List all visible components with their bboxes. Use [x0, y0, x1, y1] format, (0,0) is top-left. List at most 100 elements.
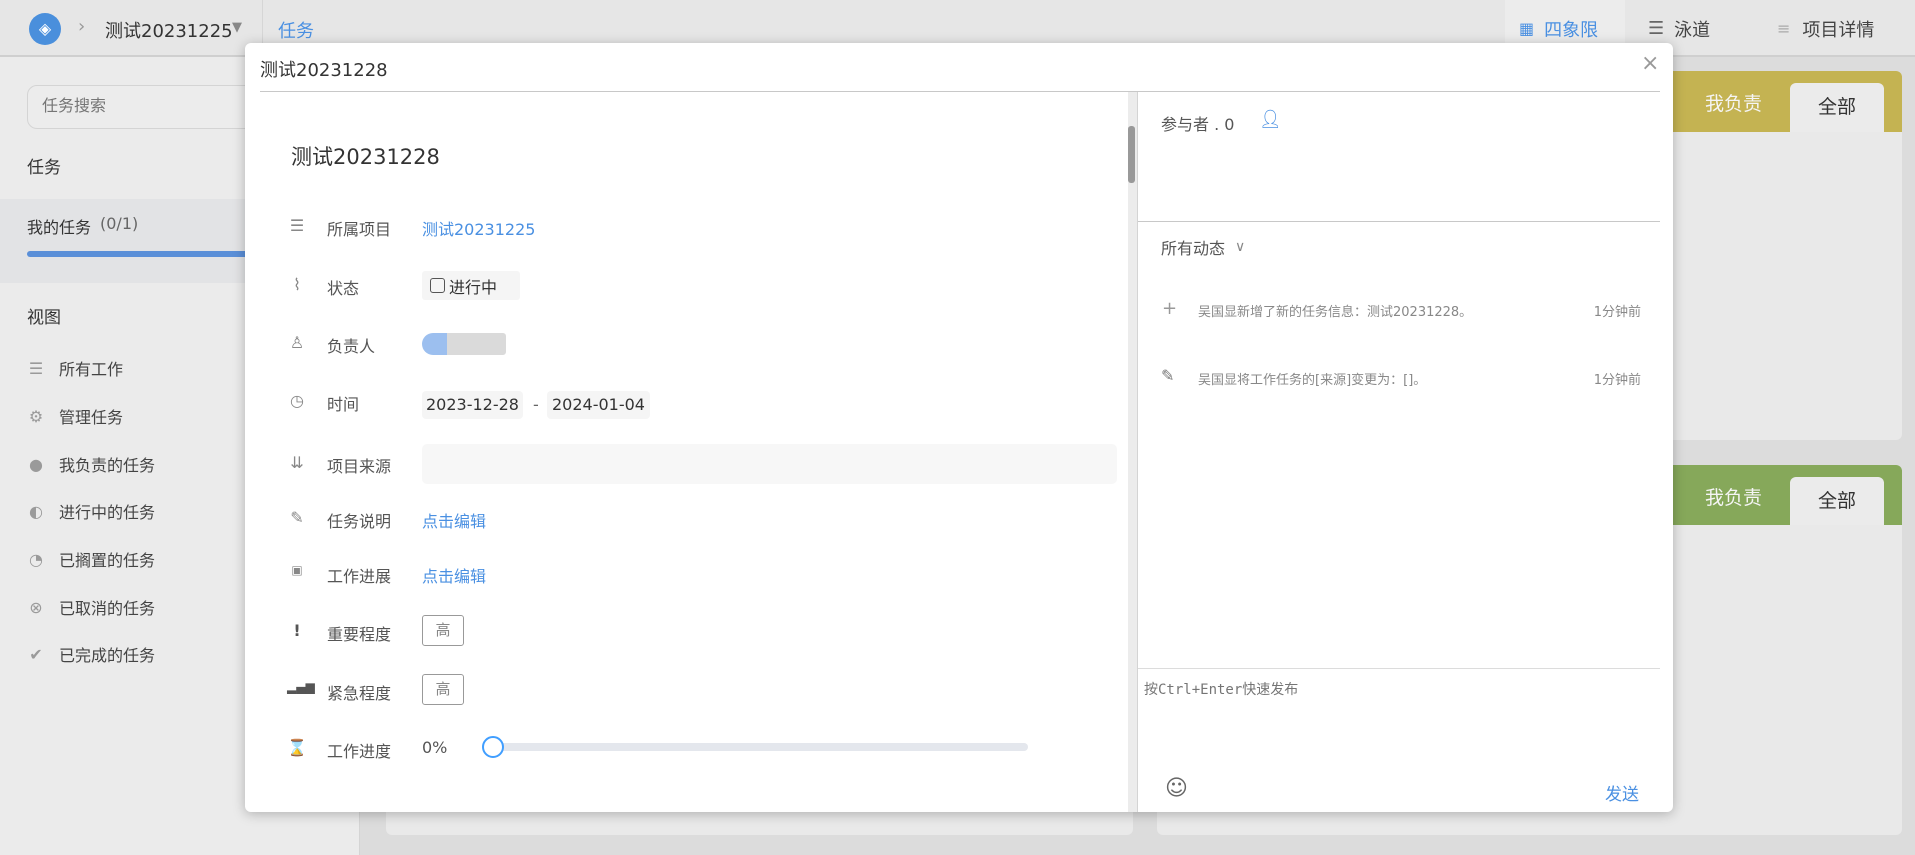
exclamation-icon: ! — [293, 621, 301, 640]
add-participant-icon[interactable]: 👤︎ — [1259, 109, 1282, 130]
comment-divider — [1138, 668, 1660, 669]
sidebar-item-label: 已完成的任务 — [59, 646, 156, 665]
field-label: 工作进度 — [327, 742, 392, 761]
tab-mine[interactable]: 我负责 — [1705, 89, 1762, 116]
sidebar-item-label: 已取消的任务 — [59, 599, 156, 618]
start-date[interactable]: 2023-12-28 — [422, 391, 523, 419]
app-logo-icon[interactable]: ◈ — [29, 13, 61, 45]
sidebar-item-label: 管理任务 — [59, 408, 124, 427]
grid-icon: ▦ — [1519, 19, 1535, 38]
urgency-tag[interactable]: 高 — [422, 674, 464, 705]
edit-description-link[interactable]: 点击编辑 — [422, 508, 486, 532]
signal-bars-icon: ▂▄▆ — [287, 680, 315, 694]
project-icon: ☰ — [289, 216, 305, 235]
activity-text: 吴国显将工作任务的[来源]变更为：[]。 — [1198, 373, 1427, 388]
caret-down-icon[interactable]: ▼ — [232, 20, 242, 35]
sidebar-item-shelved[interactable]: ◔ 已搁置的任务 — [27, 547, 155, 571]
lanes-icon: ☰ — [1648, 18, 1665, 39]
view-details[interactable]: ≡ 项目详情 — [1777, 0, 1874, 57]
field-label: 时间 — [327, 395, 360, 414]
sidebar-item-in-progress[interactable]: ◐ 进行中的任务 — [27, 499, 155, 523]
field-label: 紧急程度 — [327, 684, 392, 703]
source-input[interactable] — [422, 444, 1117, 484]
activity-text: 吴国显新增了新的任务信息：测试20231228。 — [1198, 305, 1473, 320]
tab-mine[interactable]: 我负责 — [1705, 483, 1762, 510]
list-icon: ☰ — [28, 358, 44, 378]
view-label: 泳道 — [1674, 19, 1711, 41]
sidebar-item-label: 已搁置的任务 — [59, 551, 156, 570]
progress-slider-track[interactable] — [483, 743, 1028, 751]
clock-icon: ◔ — [29, 549, 43, 569]
field-label: 工作进展 — [327, 567, 392, 586]
user-icon: ● — [29, 454, 43, 474]
tab-all[interactable]: 全部 — [1790, 83, 1884, 132]
task-title[interactable]: 测试20231228 — [291, 141, 440, 171]
source-icon: ⇊ — [290, 453, 304, 472]
progress-value: 0% — [422, 738, 448, 757]
progress-slider-handle[interactable] — [482, 736, 504, 758]
sidebar-item-mine[interactable]: ● 我负责的任务 — [27, 452, 155, 476]
gear-icon: ⚙ — [28, 406, 44, 426]
edit-icon: ✎ — [1161, 366, 1175, 385]
tab-all[interactable]: 全部 — [1790, 477, 1884, 525]
scrollbar[interactable] — [1128, 92, 1137, 812]
progress-note-icon: ▣ — [291, 563, 303, 577]
activity-filter-label: 所有动态 — [1161, 239, 1226, 258]
send-button[interactable]: 发送 — [1605, 780, 1639, 805]
status-icon: ⌇ — [293, 275, 301, 294]
activity-time: 1分钟前 — [1593, 305, 1641, 320]
participants-divider — [1138, 221, 1660, 222]
sidebar-item-label: 所有工作 — [59, 360, 124, 379]
sidebar-item-label: 我负责的任务 — [59, 456, 156, 475]
status-value: 进行中 — [449, 277, 498, 297]
sidebar-item-manage[interactable]: ⚙ 管理任务 — [27, 404, 123, 428]
field-label: 所属项目 — [327, 220, 392, 239]
half-circle-icon: ◐ — [29, 501, 43, 521]
task-detail-dialog: 测试20231228 × 测试20231228 ☰ 所属项目 测试2023122… — [245, 43, 1673, 812]
checkbox-icon — [430, 278, 445, 293]
emoji-icon[interactable]: ☺ — [1165, 776, 1188, 801]
comment-input[interactable] — [1144, 679, 1654, 769]
section-task-heading: 任务 — [27, 158, 61, 178]
scrollbar-thumb[interactable] — [1128, 126, 1135, 183]
edit-progress-note-link[interactable]: 点击编辑 — [422, 563, 486, 587]
field-label: 负责人 — [327, 337, 376, 356]
activity-filter[interactable]: 所有动态 ∨ — [1161, 235, 1245, 259]
sidebar-item-completed[interactable]: ✔ 已完成的任务 — [27, 642, 155, 666]
cancel-icon: ⊗ — [29, 597, 43, 617]
check-icon: ✔ — [29, 644, 43, 664]
tab-task[interactable]: 任务 — [278, 17, 314, 43]
breadcrumb-chevron-icon: › — [78, 16, 86, 37]
sidebar-item-cancelled[interactable]: ⊗ 已取消的任务 — [27, 595, 155, 619]
owner-avatar[interactable] — [422, 333, 506, 355]
pane-divider — [1137, 92, 1138, 812]
plus-icon: + — [1162, 298, 1178, 319]
hourglass-icon: ⌛ — [287, 738, 307, 757]
tab-all-label: 全部 — [1817, 96, 1856, 118]
field-label: 状态 — [327, 279, 360, 298]
participants-label: 参与者 . 0 — [1161, 115, 1235, 134]
chevron-down-icon: ∨ — [1235, 239, 1246, 255]
details-icon: ≡ — [1777, 19, 1791, 38]
my-tasks-label: 我的任务 — [27, 218, 92, 237]
close-icon[interactable]: × — [1641, 51, 1659, 76]
importance-tag[interactable]: 高 — [422, 615, 464, 646]
status-select[interactable]: 进行中 — [422, 271, 520, 300]
field-label: 项目来源 — [327, 457, 392, 476]
end-date[interactable]: 2024-01-04 — [547, 391, 650, 419]
header-divider — [260, 91, 1660, 92]
activity-time: 1分钟前 — [1593, 373, 1641, 388]
tab-all-label: 全部 — [1817, 490, 1856, 512]
field-label: 重要程度 — [327, 625, 392, 644]
project-link[interactable]: 测试20231225 — [422, 216, 535, 240]
clock-icon: ◷ — [290, 391, 304, 410]
project-switcher[interactable]: 测试20231225 — [105, 17, 233, 43]
person-icon: ♙ — [289, 333, 305, 352]
field-label: 任务说明 — [327, 512, 392, 531]
my-tasks-count: (0/1) — [100, 214, 139, 233]
sidebar-item-all-work[interactable]: ☰ 所有工作 — [27, 356, 123, 380]
pencil-icon: ✎ — [290, 508, 304, 527]
section-view-heading: 视图 — [27, 308, 61, 328]
dialog-title: 测试20231228 — [260, 60, 388, 81]
view-label: 项目详情 — [1802, 19, 1875, 41]
